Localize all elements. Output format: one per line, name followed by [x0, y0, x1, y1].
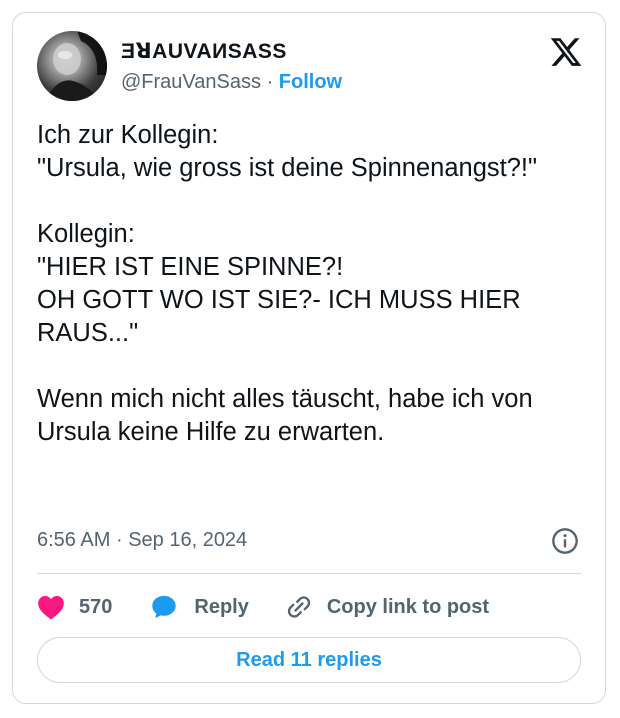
read-replies-button[interactable]: Read 11 replies [37, 637, 581, 683]
reply-label: Reply [194, 595, 249, 618]
info-icon[interactable] [551, 527, 579, 555]
tweet-date[interactable]: Sep 16, 2024 [128, 529, 247, 551]
avatar[interactable] [37, 31, 107, 101]
copy-link-button[interactable]: Copy link to post [285, 593, 489, 621]
divider [37, 573, 581, 574]
timestamp-separator: · [115, 529, 123, 551]
tweet-timestamp: 6:56 AM · Sep 16, 2024 [37, 529, 247, 552]
speech-bubble-icon [152, 595, 177, 619]
tweet-text: Ich zur Kollegin: "Ursula, wie gross ist… [37, 119, 587, 449]
reply-button[interactable]: Reply [150, 593, 249, 621]
like-button[interactable]: 570 [37, 594, 112, 620]
author-display-name[interactable]: ƎꓤAUVAИSASS [121, 39, 287, 64]
tweet-time[interactable]: 6:56 AM [37, 529, 110, 551]
link-icon [287, 596, 310, 618]
tweet-paragraph: Wenn mich nicht alles täuscht, habe ich … [37, 385, 533, 446]
copy-link-label: Copy link to post [326, 595, 490, 618]
author-handle-line: @FrauVanSass · Follow [121, 71, 342, 94]
avatar-image [45, 31, 107, 101]
handle-separator: · [266, 71, 274, 93]
heart-icon [38, 596, 64, 620]
tweet-card: ƎꓤAUVAИSASS @FrauVanSass · Follow Ich zu… [12, 12, 606, 704]
author-handle[interactable]: @FrauVanSass [121, 71, 261, 93]
x-logo-icon[interactable] [549, 35, 583, 69]
tweet-paragraph: Ich zur Kollegin: "Ursula, wie gross ist… [37, 121, 538, 182]
tweet-paragraph: Kollegin: "HIER IST EINE SPINNE?! OH GOT… [37, 220, 521, 347]
tweet-actions: 570 Reply Copy link to post [37, 589, 489, 625]
like-count: 570 [79, 595, 113, 618]
follow-link[interactable]: Follow [279, 71, 342, 93]
read-replies-label: Read 11 replies [236, 648, 382, 671]
